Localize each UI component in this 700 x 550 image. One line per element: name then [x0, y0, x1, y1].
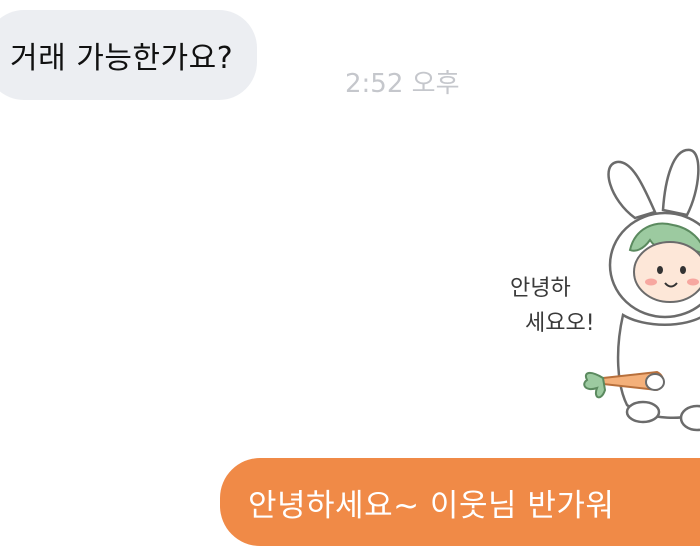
outgoing-message-bubble[interactable]: 안녕하세요~ 이웃님 반가워: [220, 458, 700, 546]
sticker-caption-line2: 세요오!: [525, 311, 595, 336]
rabbit-sticker[interactable]: 안녕하 세요오!: [505, 140, 700, 440]
message-timestamp: 2:52 오후: [345, 69, 460, 99]
sticker-caption-line1: 안녕하: [510, 276, 571, 301]
chat-screen: 거래 가능한가요? 2:52 오후 안녕하 세요오! 안녕하세요~ 이웃님 반가…: [0, 0, 700, 550]
incoming-message-text: 거래 가능한가요?: [10, 41, 234, 76]
incoming-message-bubble[interactable]: 거래 가능한가요?: [0, 10, 258, 100]
outgoing-message-text: 안녕하세요~ 이웃님 반가워: [248, 487, 615, 524]
